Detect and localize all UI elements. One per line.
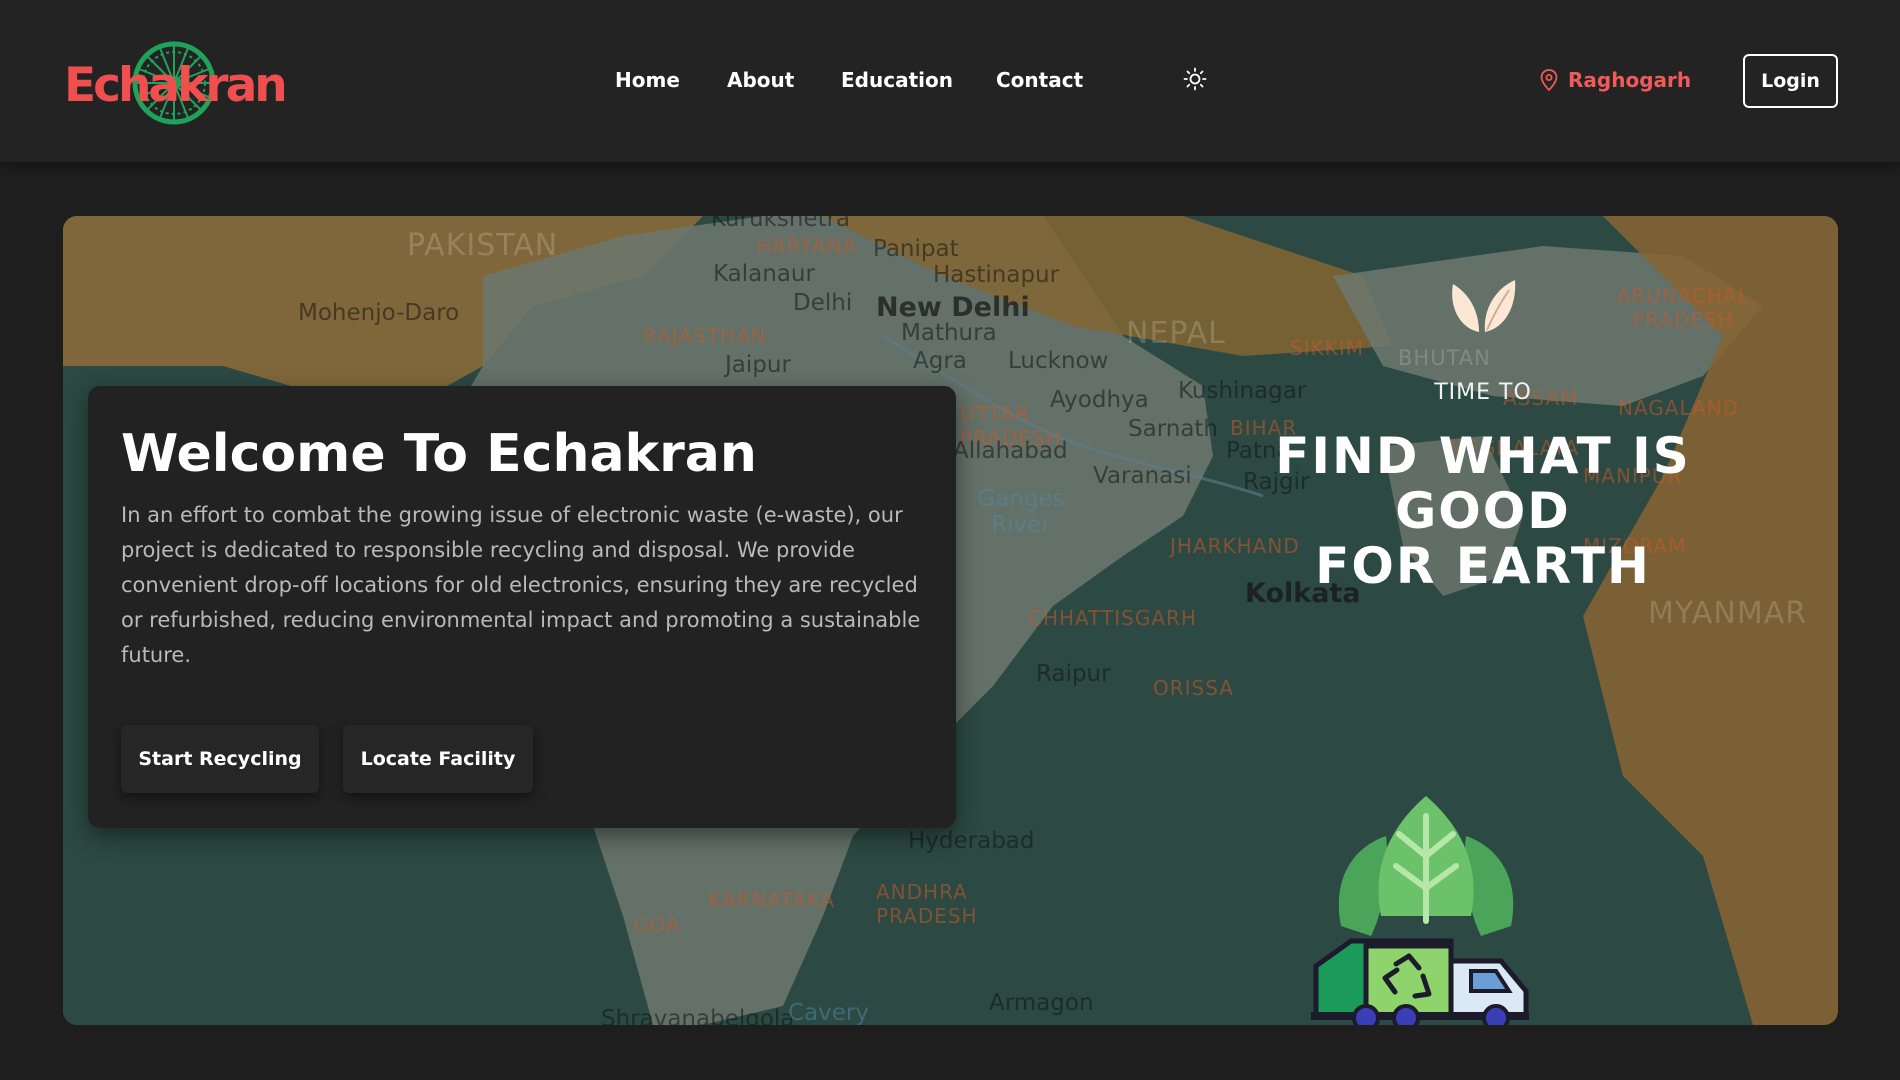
map-label: Ganges River: [977, 486, 1065, 538]
map-label: Allahabad: [953, 438, 1068, 464]
map-label: CHHATTISGARH: [1028, 606, 1197, 630]
map-label: ORISSA: [1153, 676, 1234, 700]
map-label: Jaipur: [725, 352, 791, 378]
map-label: Mohenjo-Daro: [298, 300, 460, 326]
brand-name: Echakran: [64, 58, 288, 113]
map-label: Shravanabelgola: [601, 1006, 795, 1025]
map-label: Cavery: [788, 1000, 869, 1025]
map-label: Lucknow: [1008, 348, 1109, 374]
location-selector[interactable]: Raghogarh: [1540, 66, 1691, 94]
tagline-block: TIME TO FIND WHAT IS GOOD FOR EARTH: [1183, 276, 1783, 594]
nav-home[interactable]: Home: [615, 68, 680, 92]
map-label: New Delhi: [876, 292, 1030, 323]
hero-banner: PAKISTAN NEPAL BHUTAN MYANMAR RAJASTHAN …: [63, 216, 1838, 1025]
leaf-icon: [1452, 280, 1516, 332]
map-label: Hyderabad: [908, 828, 1035, 854]
map-label: PAKISTAN: [407, 228, 559, 263]
navbar: Echakran Home About Education Contact Ra…: [0, 0, 1900, 162]
brand-logo[interactable]: Echakran: [64, 40, 288, 130]
map-label: RAJASTHAN: [643, 324, 767, 348]
map-label: Agra: [913, 348, 967, 374]
welcome-card: Welcome To Echakran In an effort to comb…: [88, 386, 956, 828]
map-label: MYANMAR: [1648, 596, 1808, 631]
login-button[interactable]: Login: [1743, 54, 1838, 108]
map-label: Mathura: [901, 320, 997, 346]
map-label: Varanasi: [1093, 463, 1192, 489]
map-label: Kalanaur: [713, 261, 815, 287]
hero-description: In an effort to combat the growing issue…: [121, 503, 921, 667]
nav-about[interactable]: About: [727, 68, 794, 92]
map-label: Kurukshetra: [711, 216, 851, 232]
sun-icon[interactable]: [1183, 67, 1207, 91]
map-pin-icon: [1540, 69, 1558, 91]
tagline-big: FIND WHAT IS GOOD FOR EARTH: [1183, 429, 1783, 594]
locate-facility-button[interactable]: Locate Facility: [343, 725, 533, 793]
recycling-truck-icon: [1311, 796, 1529, 1025]
map-label: Hastinapur: [933, 262, 1060, 288]
map-label: Armagon: [989, 990, 1094, 1016]
tagline-line: FOR EARTH: [1315, 537, 1651, 595]
map-label: HARYANA: [756, 234, 858, 258]
map-label: GOA: [633, 913, 681, 937]
map-label: ANDHRA PRADESH: [876, 880, 978, 928]
nav-contact[interactable]: Contact: [996, 68, 1083, 92]
map-label: Delhi: [793, 290, 853, 316]
hero-title: Welcome To Echakran: [121, 424, 757, 484]
nav-education[interactable]: Education: [841, 68, 953, 92]
tagline-line: GOOD: [1395, 482, 1571, 540]
map-label: Panipat: [873, 236, 959, 262]
map-label: Ayodhya: [1050, 387, 1149, 413]
map-label: Raipur: [1036, 661, 1111, 687]
location-name: Raghogarh: [1568, 68, 1692, 92]
start-recycling-button[interactable]: Start Recycling: [121, 725, 319, 793]
map-label: KARNATAKA: [708, 888, 836, 912]
tagline-small: TIME TO: [1434, 380, 1532, 405]
tagline-line: FIND WHAT IS: [1275, 427, 1691, 485]
